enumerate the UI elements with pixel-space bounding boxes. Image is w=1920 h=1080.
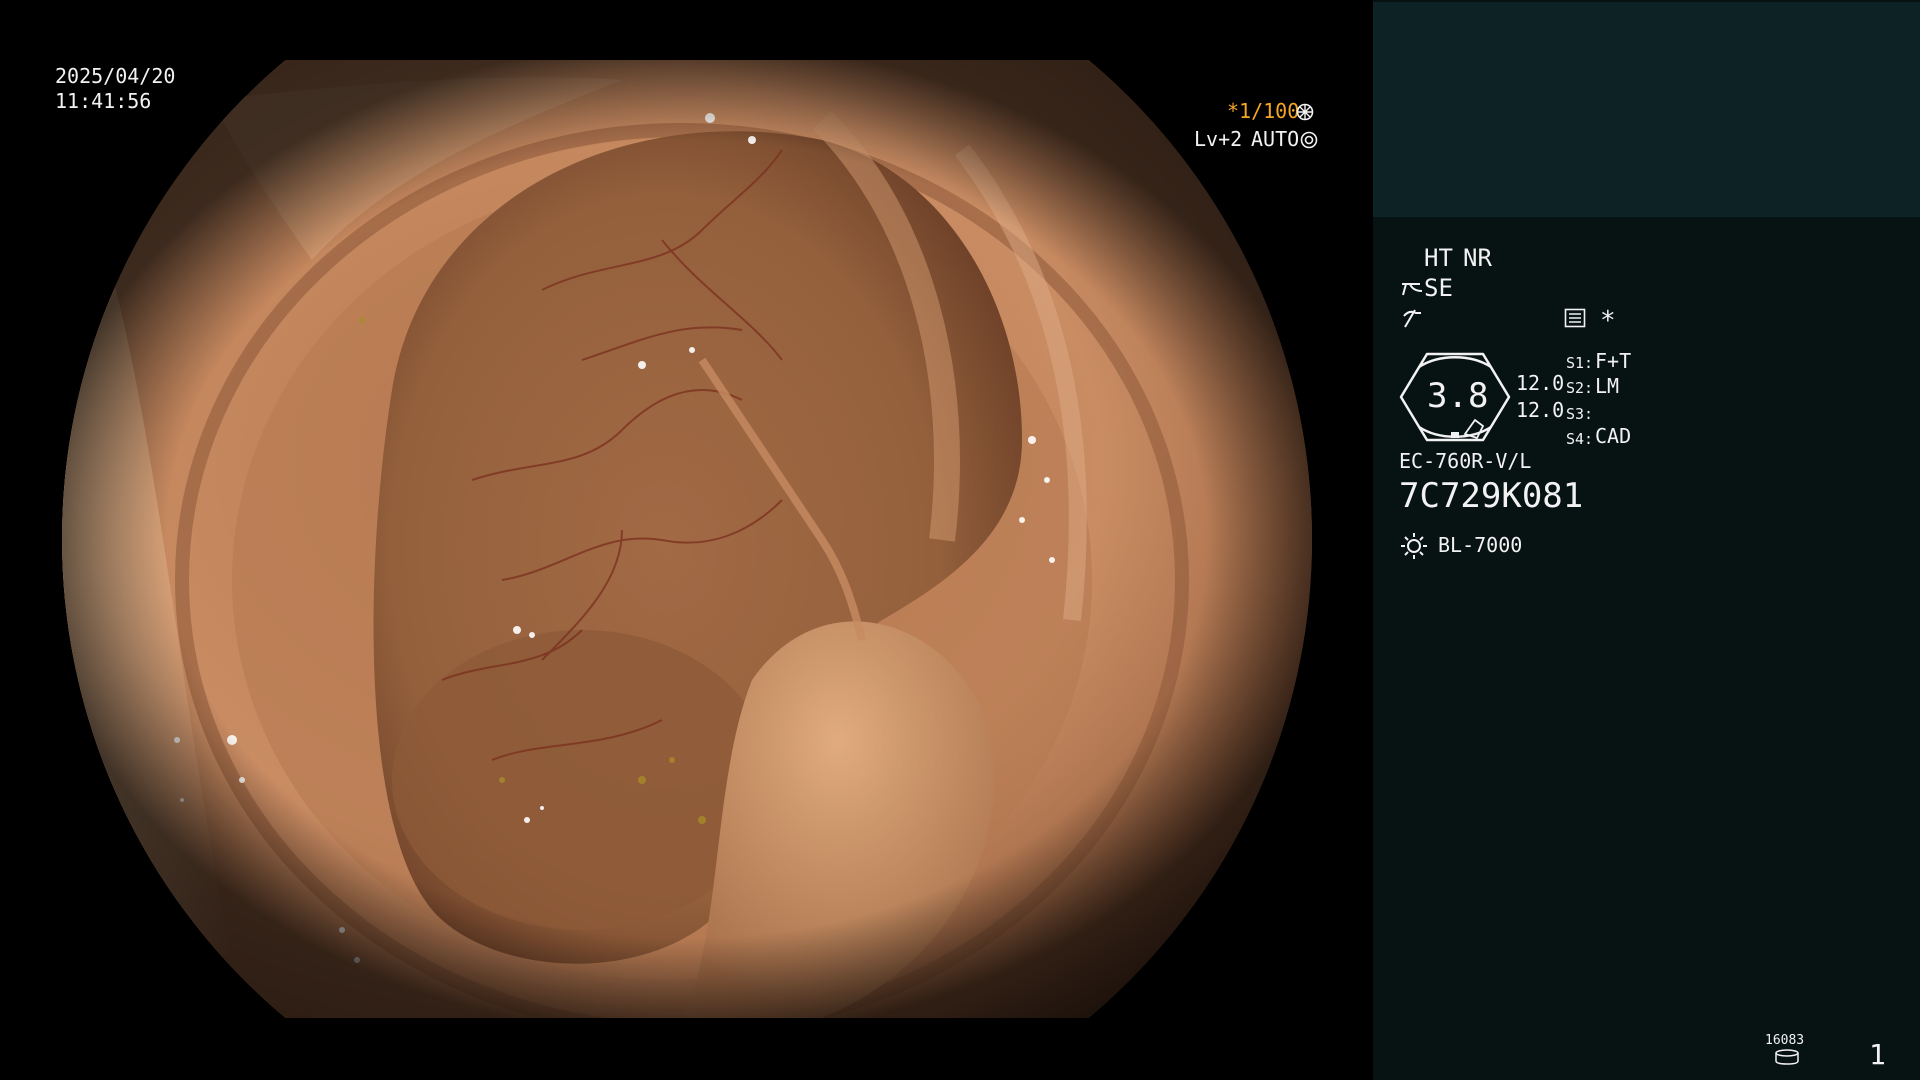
switch-s2-key: S2: [1566,379,1594,397]
exam-date: 2025/04/20 [55,64,176,88]
switch-s4-key: S4: [1566,430,1594,448]
brightness-level: Lv+2 [1194,127,1243,151]
thumbnail-area [1373,2,1920,217]
switch-s2-value: LM [1595,374,1620,398]
list-icon [1564,308,1586,332]
flower-icon [1296,103,1314,125]
switch-s1-value: F+T [1595,349,1632,373]
scope-model: EC-760R-V/L [1399,449,1532,473]
switch-s3-key: S3: [1566,405,1594,423]
scope-icon [1400,279,1424,305]
page-number: 1 [1869,1038,1886,1071]
iris-mode: AUTO [1251,127,1300,151]
nr-indicator: NR [1463,244,1492,272]
value-top: 12.0 [1516,371,1565,395]
aperture-gauge: 3.8 [1399,352,1511,442]
waveform-icon [1401,307,1423,333]
settings-star: * [1600,306,1616,336]
aperture-value: 3.8 [1427,376,1489,416]
storage-count: 16083 [1765,1033,1805,1048]
value-bottom: 12.0 [1516,398,1565,422]
endoscope-video-area: 2025/04/20 11:41:56 *1/100 Lv+2 AUTO [0,0,1373,1080]
ht-indicator: HT [1424,244,1453,272]
scope-serial: 7C729K081 [1399,476,1584,516]
switch-s1-key: S1: [1566,354,1594,372]
colon-lumen-image [62,60,1312,1018]
exam-time: 11:41:56 [55,89,152,113]
switch-s4-value: CAD [1595,424,1632,448]
gear-icon [1300,131,1318,153]
shutter-speed: *1/100 [1227,99,1300,123]
disk-icon [1774,1049,1800,1069]
sun-icon [1400,532,1428,564]
endoscopic-image [62,60,1312,1018]
light-source: BL-7000 [1438,533,1523,557]
se-indicator: SE [1424,274,1453,302]
